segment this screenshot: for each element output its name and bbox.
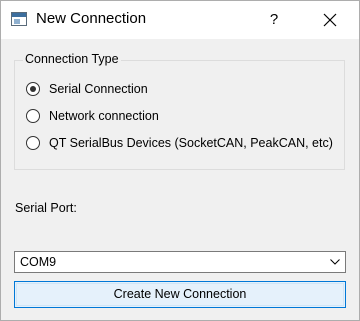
radio-serial-connection[interactable]: Serial Connection <box>26 80 148 98</box>
serial-port-select[interactable]: COM9 <box>14 251 346 273</box>
close-button[interactable] <box>311 1 349 39</box>
title-bar[interactable]: New Connection ? <box>1 1 359 39</box>
radio-label: Serial Connection <box>49 82 148 96</box>
radio-button-icon[interactable] <box>26 82 40 96</box>
radio-label: QT SerialBus Devices (SocketCAN, PeakCAN… <box>49 136 333 150</box>
serial-port-value: COM9 <box>20 255 57 269</box>
create-button-label: Create New Connection <box>113 287 247 301</box>
window-app-icon <box>11 12 27 26</box>
chevron-down-icon <box>330 259 340 265</box>
radio-button-icon[interactable] <box>26 109 40 123</box>
radio-network-connection[interactable]: Network connection <box>26 107 159 125</box>
window-title: New Connection <box>36 10 147 27</box>
serial-port-label: Serial Port: <box>15 201 77 215</box>
radio-label: Network connection <box>49 109 159 123</box>
radio-qt-serialbus-devices[interactable]: QT SerialBus Devices (SocketCAN, PeakCAN… <box>26 134 333 152</box>
radio-button-icon[interactable] <box>26 136 40 150</box>
close-icon <box>323 13 337 27</box>
connection-type-title: Connection Type <box>23 52 121 66</box>
create-new-connection-button[interactable]: Create New Connection <box>14 281 346 308</box>
help-button[interactable]: ? <box>257 1 291 39</box>
